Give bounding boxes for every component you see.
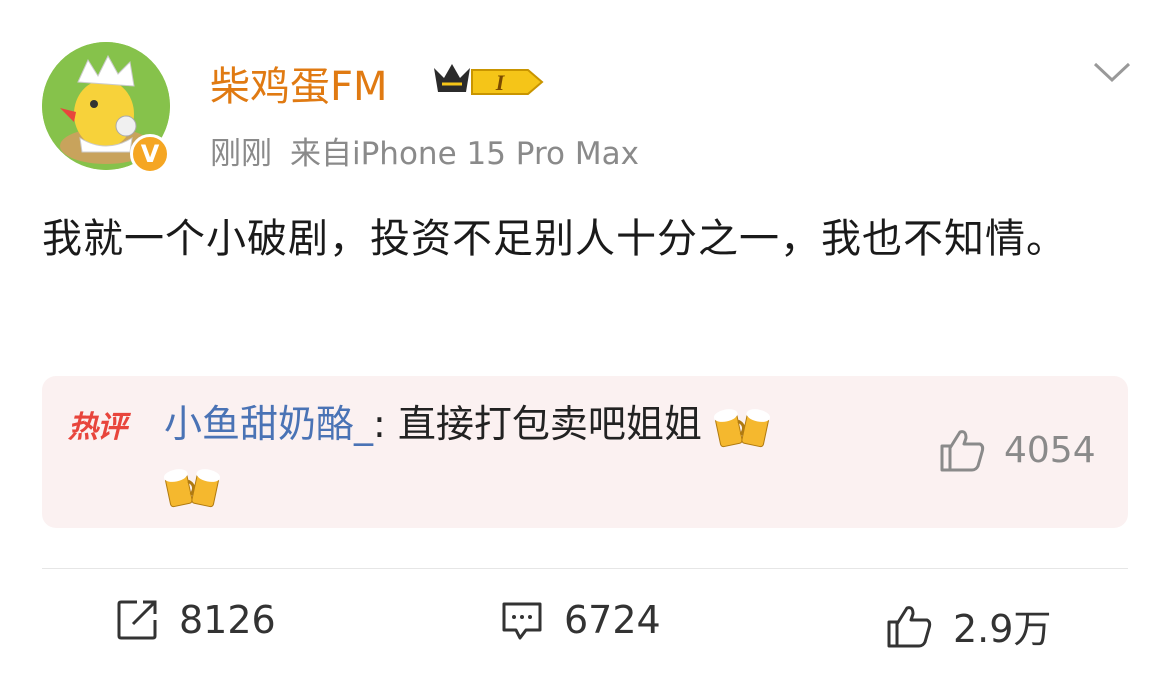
verified-badge: V bbox=[130, 134, 170, 174]
commenter-name[interactable]: 小鱼甜奶酪_ bbox=[164, 402, 373, 446]
v-badge-icon: V bbox=[140, 140, 160, 168]
hot-comment-text: 小鱼甜奶酪_: 直接打包卖吧姐姐 bbox=[164, 394, 864, 514]
comment-icon bbox=[502, 602, 542, 640]
post-menu-button[interactable] bbox=[1090, 58, 1134, 86]
beer-cheers-emoji bbox=[164, 468, 220, 507]
author-name[interactable]: 柴鸡蛋FM bbox=[210, 54, 388, 112]
comment-body: 直接打包卖吧姐姐 bbox=[397, 402, 702, 446]
comment-count: 6724 bbox=[564, 598, 661, 642]
like-button[interactable]: 2.9万 bbox=[885, 598, 1051, 653]
thumbs-up-icon bbox=[940, 430, 985, 472]
crown-rank-icon: I bbox=[434, 64, 544, 95]
repost-icon bbox=[117, 600, 157, 640]
like-count: 2.9万 bbox=[953, 607, 1052, 651]
hot-comment-like-count: 4054 bbox=[1004, 429, 1096, 471]
post-meta: 刚刚 来自iPhone 15 Pro Max bbox=[210, 128, 639, 173]
beer-cheers-emoji bbox=[714, 408, 771, 447]
post-content: 我就一个小破剧，投资不足别人十分之一，我也不知情。 bbox=[42, 216, 1067, 262]
repost-button[interactable]: 8126 bbox=[115, 598, 276, 642]
post-time: 刚刚 bbox=[210, 136, 272, 172]
hot-comment-box[interactable]: 热评 小鱼甜奶酪_: 直接打包卖吧姐姐 4054 bbox=[42, 376, 1128, 528]
thumbs-up-icon bbox=[887, 605, 932, 647]
chevron-down-icon bbox=[1093, 62, 1131, 83]
comment-separator: : bbox=[373, 402, 398, 446]
comment-button[interactable]: 6724 bbox=[500, 598, 661, 642]
rank-label: I bbox=[495, 70, 506, 95]
hot-comment-tag: 热评 bbox=[68, 410, 127, 445]
post-source: 来自iPhone 15 Pro Max bbox=[290, 136, 639, 172]
hot-comment-like-button[interactable]: 4054 bbox=[938, 428, 1096, 472]
divider bbox=[42, 568, 1128, 569]
repost-count: 8126 bbox=[179, 598, 276, 642]
